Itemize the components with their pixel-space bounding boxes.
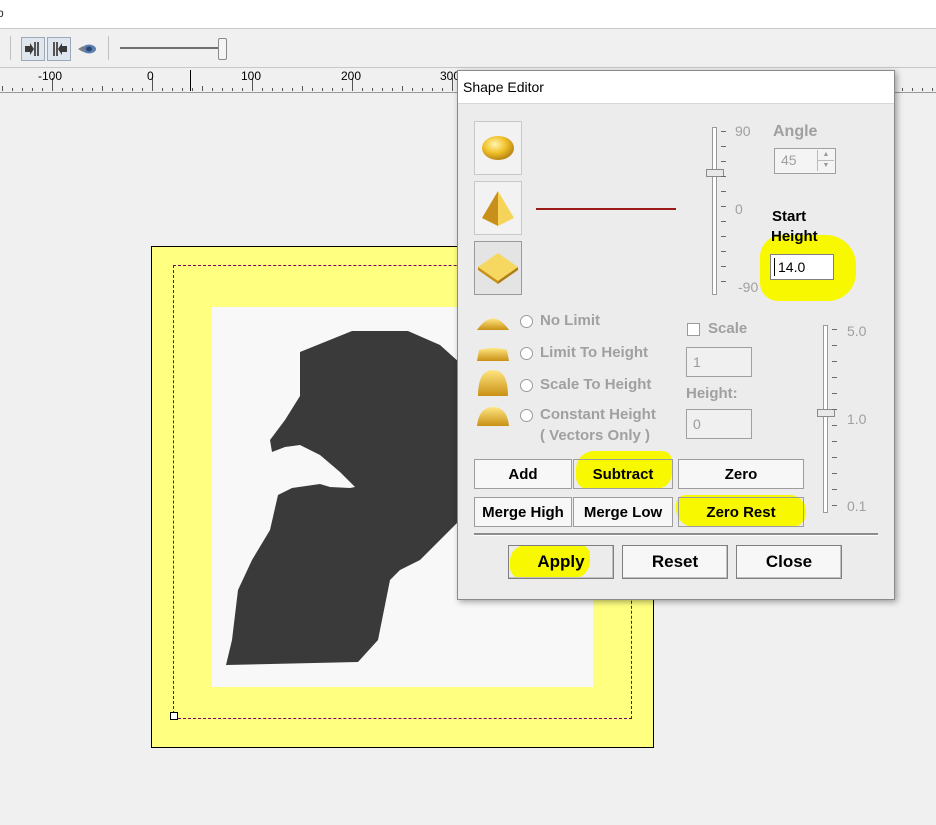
subtract-button[interactable]: Subtract (573, 459, 673, 489)
tick (832, 345, 837, 346)
start-height-value: 14.0 (778, 259, 806, 275)
height-label: Height: (686, 385, 738, 402)
merge-low-button[interactable]: Merge Low (573, 497, 673, 527)
tick (832, 441, 837, 442)
dialog-divider (474, 533, 878, 536)
angle-slider-max-label: 90 (735, 123, 751, 139)
tick (721, 221, 726, 222)
toolbar-separator (10, 36, 11, 60)
angle-spin-down[interactable]: ▼ (817, 161, 834, 171)
scale-to-height-label: Scale To Height (540, 376, 652, 393)
scale-slider-min-label: 0.1 (847, 498, 867, 514)
tick (721, 236, 726, 237)
window-title-stub: b (0, 6, 4, 20)
angle-value: 45 (781, 152, 797, 168)
limit-to-height-label: Limit To Height (540, 344, 649, 361)
angle-slider-min-label: -90 (738, 279, 759, 295)
tick (832, 361, 837, 362)
constant-height-dome-icon (477, 407, 509, 426)
tick (721, 251, 726, 252)
import-arrow-icon (25, 42, 39, 56)
start-height-label-line2: Height (771, 228, 818, 245)
tick (721, 161, 726, 162)
zero-button[interactable]: Zero (678, 459, 804, 489)
export-tool-button[interactable] (47, 37, 71, 61)
ruler-label: -100 (38, 69, 63, 83)
tick (721, 146, 726, 147)
reset-button[interactable]: Reset (622, 545, 728, 579)
ruler-label: 100 (241, 69, 262, 83)
height-value-field[interactable]: 0 (686, 409, 752, 439)
vectors-only-note: ( Vectors Only ) (540, 427, 651, 444)
export-arrow-icon (53, 42, 67, 56)
scale-slider-track[interactable] (823, 325, 828, 513)
shape-editor-dialog: Shape Editor 90 0 -90 Angle 45 ▲ ▼ Start… (457, 70, 895, 600)
toolbar-slider-track[interactable] (120, 47, 218, 49)
tick (832, 409, 837, 410)
tick (832, 425, 837, 426)
start-height-input[interactable]: 14.0 (770, 254, 834, 280)
diamond-flat-icon (478, 253, 518, 284)
apply-button[interactable]: Apply (508, 545, 614, 579)
no-limit-dome-icon (477, 318, 509, 330)
scale-label: Scale (708, 320, 748, 337)
ruler-label: 0 (147, 69, 154, 83)
tick (721, 266, 726, 267)
scale-slider-thumb[interactable] (817, 409, 835, 417)
scale-to-height-radio[interactable] (520, 379, 533, 392)
round-shape-button[interactable] (474, 121, 522, 175)
add-button[interactable]: Add (474, 459, 572, 489)
tick (832, 457, 837, 458)
scale-value-field[interactable]: 1 (686, 347, 752, 377)
view-eye-icon (78, 44, 96, 54)
tick (721, 191, 726, 192)
toolbar-separator (108, 36, 109, 60)
angle-label: Angle (773, 123, 818, 140)
scale-to-height-dome-icon (478, 370, 508, 396)
diamond-shape-button[interactable] (474, 241, 522, 295)
ruler-label: 200 (341, 69, 362, 83)
merge-high-button[interactable]: Merge High (474, 497, 572, 527)
scale-checkbox[interactable] (687, 323, 700, 336)
pyramid-shape-button[interactable] (474, 181, 522, 235)
zero-rest-button[interactable]: Zero Rest (678, 497, 804, 527)
constant-height-label: Constant Height (540, 406, 656, 423)
start-height-label-line1: Start (772, 208, 807, 225)
text-caret (774, 258, 775, 276)
no-limit-label: No Limit (540, 312, 600, 329)
view-tool-button[interactable] (75, 37, 99, 61)
tick (832, 505, 837, 506)
constant-height-radio[interactable] (520, 409, 533, 422)
window-title-strip: b (0, 0, 936, 29)
angle-spin-up[interactable]: ▲ (817, 150, 834, 161)
angle-slider-mid-label: 0 (735, 201, 743, 217)
tick (721, 206, 726, 207)
tick (721, 176, 726, 177)
dialog-title-bar[interactable]: Shape Editor (458, 71, 894, 104)
import-tool-button[interactable] (21, 37, 45, 61)
tick (832, 489, 837, 490)
close-button[interactable]: Close (736, 545, 842, 579)
dialog-title: Shape Editor (463, 79, 544, 95)
tick (832, 329, 837, 330)
selection-handle[interactable] (170, 712, 178, 720)
angle-spinbox[interactable]: 45 ▲ ▼ (774, 148, 836, 174)
toolbar-slider-thumb[interactable] (218, 38, 227, 60)
scale-slider-mid-label: 1.0 (847, 411, 867, 427)
round-dome-icon (482, 136, 514, 160)
profile-preview-line (536, 208, 676, 210)
tick (832, 393, 837, 394)
limit-to-height-dome-icon (477, 348, 509, 361)
angle-slider-track[interactable] (712, 127, 717, 295)
pyramid-icon (482, 191, 514, 226)
scale-slider-max-label: 5.0 (847, 323, 867, 339)
tick (832, 473, 837, 474)
no-limit-radio[interactable] (520, 315, 533, 328)
tick (721, 131, 726, 132)
limit-to-height-radio[interactable] (520, 347, 533, 360)
tick (721, 281, 726, 282)
tick (832, 377, 837, 378)
